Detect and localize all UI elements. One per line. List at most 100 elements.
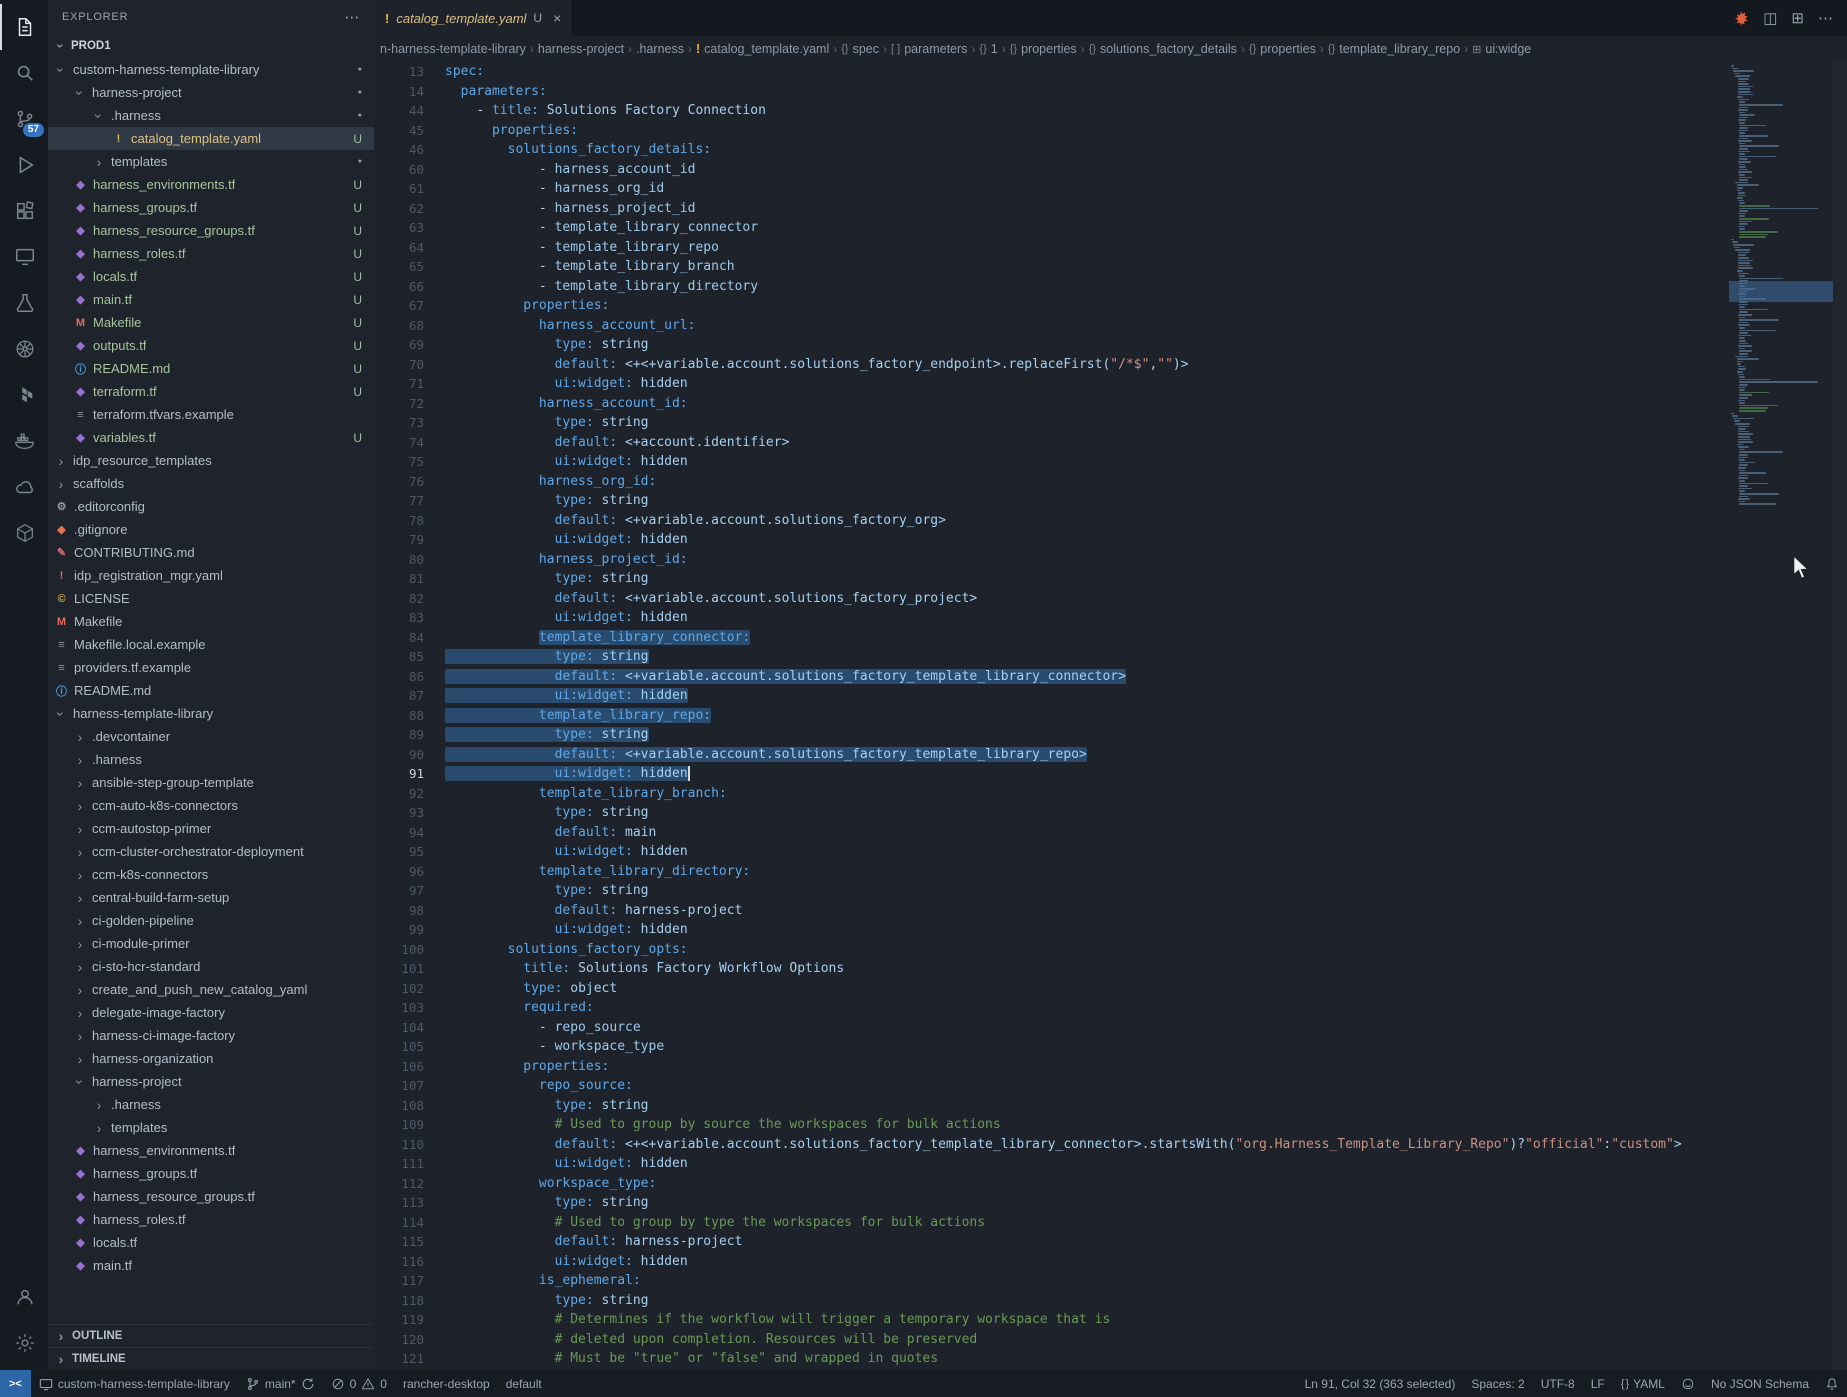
chevron-right-icon[interactable]: › bbox=[54, 453, 68, 469]
code-line-103[interactable]: 103 required: bbox=[374, 998, 1847, 1018]
explorer-icon[interactable] bbox=[0, 4, 48, 50]
chevron-right-icon[interactable]: › bbox=[73, 798, 87, 814]
code-line-101[interactable]: 101 title: Solutions Factory Workflow Op… bbox=[374, 959, 1847, 979]
tree-file-locals-tf[interactable]: ◆locals.tfU bbox=[48, 265, 374, 288]
explorer-more-actions-icon[interactable]: ⋯ bbox=[344, 8, 360, 26]
code-line-121[interactable]: 121 # Must be "true" or "false" and wrap… bbox=[374, 1349, 1847, 1369]
code-line-67[interactable]: 67 properties: bbox=[374, 296, 1847, 316]
code-line-81[interactable]: 81 type: string bbox=[374, 569, 1847, 589]
settings-icon[interactable] bbox=[0, 1320, 48, 1366]
extensions-icon[interactable] bbox=[0, 188, 48, 234]
chevron-down-icon[interactable]: › bbox=[53, 707, 69, 721]
chevron-right-icon[interactable]: › bbox=[73, 936, 87, 952]
tree-folder-templates[interactable]: ›templates bbox=[48, 1116, 374, 1139]
chevron-right-icon[interactable]: › bbox=[54, 476, 68, 492]
cloud-icon[interactable] bbox=[0, 464, 48, 510]
code-line-44[interactable]: 44 - title: Solutions Factory Connection bbox=[374, 101, 1847, 121]
chevron-right-icon[interactable]: › bbox=[73, 821, 87, 837]
status-problems[interactable]: 00 bbox=[323, 1370, 395, 1397]
tree-file-makefile-local-example[interactable]: ≡Makefile.local.example bbox=[48, 633, 374, 656]
chevron-right-icon[interactable]: › bbox=[73, 959, 87, 975]
code-line-114[interactable]: 114 # Used to group by type the workspac… bbox=[374, 1213, 1847, 1233]
tree-file-terraform-tf[interactable]: ◆terraform.tfU bbox=[48, 380, 374, 403]
tree-file-locals-tf[interactable]: ◆locals.tf bbox=[48, 1231, 374, 1254]
vertical-scrollbar[interactable] bbox=[1833, 62, 1847, 1370]
tree-folder-harness-project[interactable]: ›harness-project bbox=[48, 1070, 374, 1093]
tree-folder-custom-harness-template-library[interactable]: ›custom-harness-template-library● bbox=[48, 58, 374, 81]
account-icon[interactable] bbox=[0, 1274, 48, 1320]
tree-folder-ccm-autostop-primer[interactable]: ›ccm-autostop-primer bbox=[48, 817, 374, 840]
tree-file-harness-resource-groups-tf[interactable]: ◆harness_resource_groups.tf bbox=[48, 1185, 374, 1208]
code-editor[interactable]: 13spec:14 parameters:44 - title: Solutio… bbox=[374, 62, 1847, 1370]
tree-file-harness-environments-tf[interactable]: ◆harness_environments.tfU bbox=[48, 173, 374, 196]
tree-folder-harness[interactable]: ›.harness bbox=[48, 1093, 374, 1116]
chevron-down-icon[interactable]: › bbox=[72, 86, 88, 100]
code-line-92[interactable]: 92 template_library_branch: bbox=[374, 784, 1847, 804]
chevron-right-icon[interactable]: › bbox=[73, 1028, 87, 1044]
code-line-88[interactable]: 88 template_library_repo: bbox=[374, 706, 1847, 726]
code-line-107[interactable]: 107 repo_source: bbox=[374, 1076, 1847, 1096]
code-line-64[interactable]: 64 - template_library_repo bbox=[374, 238, 1847, 258]
code-line-104[interactable]: 104 - repo_source bbox=[374, 1018, 1847, 1038]
code-line-112[interactable]: 112 workspace_type: bbox=[374, 1174, 1847, 1194]
testing-icon[interactable] bbox=[0, 280, 48, 326]
source-control-icon[interactable]: 57 bbox=[0, 96, 48, 142]
code-line-102[interactable]: 102 type: object bbox=[374, 979, 1847, 999]
breadcrumb-item-harness[interactable]: .harness bbox=[636, 42, 684, 56]
code-line-117[interactable]: 117 is_ephemeral: bbox=[374, 1271, 1847, 1291]
tree-file-gitignore[interactable]: ◆.gitignore bbox=[48, 518, 374, 541]
code-line-91[interactable]: 91 ui:widget: hidden bbox=[374, 764, 1847, 784]
code-line-80[interactable]: 80 harness_project_id: bbox=[374, 550, 1847, 570]
code-line-118[interactable]: 118 type: string bbox=[374, 1291, 1847, 1311]
breadcrumb-item-properties[interactable]: {}properties bbox=[1249, 42, 1316, 56]
code-line-65[interactable]: 65 - template_library_branch bbox=[374, 257, 1847, 277]
code-line-74[interactable]: 74 default: <+account.identifier> bbox=[374, 433, 1847, 453]
run-workflow-icon[interactable] bbox=[1733, 10, 1749, 26]
tree-folder-harness[interactable]: ›.harness● bbox=[48, 104, 374, 127]
tree-file-harness-roles-tf[interactable]: ◆harness_roles.tfU bbox=[48, 242, 374, 265]
status-encoding[interactable]: UTF-8 bbox=[1533, 1370, 1583, 1397]
code-line-62[interactable]: 62 - harness_project_id bbox=[374, 199, 1847, 219]
tree-folder-ci-sto-hcr-standard[interactable]: ›ci-sto-hcr-standard bbox=[48, 955, 374, 978]
chevron-right-icon[interactable]: › bbox=[73, 729, 87, 745]
code-line-120[interactable]: 120 # deleted upon completion. Resources… bbox=[374, 1330, 1847, 1350]
tree-file-idp-registration-mgr-yaml[interactable]: !idp_registration_mgr.yaml bbox=[48, 564, 374, 587]
status-language-mode[interactable]: { }YAML bbox=[1613, 1370, 1673, 1397]
code-line-116[interactable]: 116 ui:widget: hidden bbox=[374, 1252, 1847, 1272]
search-icon[interactable] bbox=[0, 50, 48, 96]
code-line-63[interactable]: 63 - template_library_connector bbox=[374, 218, 1847, 238]
status-notifications[interactable] bbox=[1817, 1370, 1847, 1397]
code-line-86[interactable]: 86 default: <+variable.account.solutions… bbox=[374, 667, 1847, 687]
chevron-right-icon[interactable]: › bbox=[73, 844, 87, 860]
run-debug-icon[interactable] bbox=[0, 142, 48, 188]
code-line-78[interactable]: 78 default: <+variable.account.solutions… bbox=[374, 511, 1847, 531]
tree-file-contributing-md[interactable]: ✎CONTRIBUTING.md bbox=[48, 541, 374, 564]
status-cursor-position[interactable]: Ln 91, Col 32 (363 selected) bbox=[1297, 1370, 1464, 1397]
code-line-14[interactable]: 14 parameters: bbox=[374, 82, 1847, 102]
breadcrumb-item-properties[interactable]: {}properties bbox=[1010, 42, 1077, 56]
chevron-down-icon[interactable]: › bbox=[72, 1075, 88, 1089]
chevron-right-icon[interactable]: › bbox=[73, 867, 87, 883]
code-line-99[interactable]: 99 ui:widget: hidden bbox=[374, 920, 1847, 940]
code-line-82[interactable]: 82 default: <+variable.account.solutions… bbox=[374, 589, 1847, 609]
tree-file-editorconfig[interactable]: ⚙.editorconfig bbox=[48, 495, 374, 518]
remote-explorer-icon[interactable] bbox=[0, 234, 48, 280]
tree-folder-ansible-step-group-template[interactable]: ›ansible-step-group-template bbox=[48, 771, 374, 794]
code-line-60[interactable]: 60 - harness_account_id bbox=[374, 160, 1847, 180]
breadcrumb-item-ui-widge[interactable]: ⊞ui:widge bbox=[1472, 42, 1531, 56]
breadcrumb-item-solutions-factory-details[interactable]: {}solutions_factory_details bbox=[1089, 42, 1237, 56]
status-indentation[interactable]: Spaces: 2 bbox=[1463, 1370, 1532, 1397]
tree-folder-ci-golden-pipeline[interactable]: ›ci-golden-pipeline bbox=[48, 909, 374, 932]
breadcrumb-item-catalog-template-yaml[interactable]: !catalog_template.yaml bbox=[696, 42, 829, 56]
code-line-105[interactable]: 105 - workspace_type bbox=[374, 1037, 1847, 1057]
status-workspace-name[interactable]: custom-harness-template-library bbox=[31, 1370, 238, 1397]
chevron-right-icon[interactable]: › bbox=[92, 154, 106, 170]
tree-file-makefile[interactable]: MMakefileU bbox=[48, 311, 374, 334]
tree-folder-templates[interactable]: ›templates● bbox=[48, 150, 374, 173]
code-line-84[interactable]: 84 template_library_connector: bbox=[374, 628, 1847, 648]
code-line-46[interactable]: 46 solutions_factory_details: bbox=[374, 140, 1847, 160]
code-line-98[interactable]: 98 default: harness-project bbox=[374, 901, 1847, 921]
tree-file-harness-environments-tf[interactable]: ◆harness_environments.tf bbox=[48, 1139, 374, 1162]
tree-folder-harness[interactable]: ›.harness bbox=[48, 748, 374, 771]
tree-folder-harness-template-library[interactable]: ›harness-template-library bbox=[48, 702, 374, 725]
